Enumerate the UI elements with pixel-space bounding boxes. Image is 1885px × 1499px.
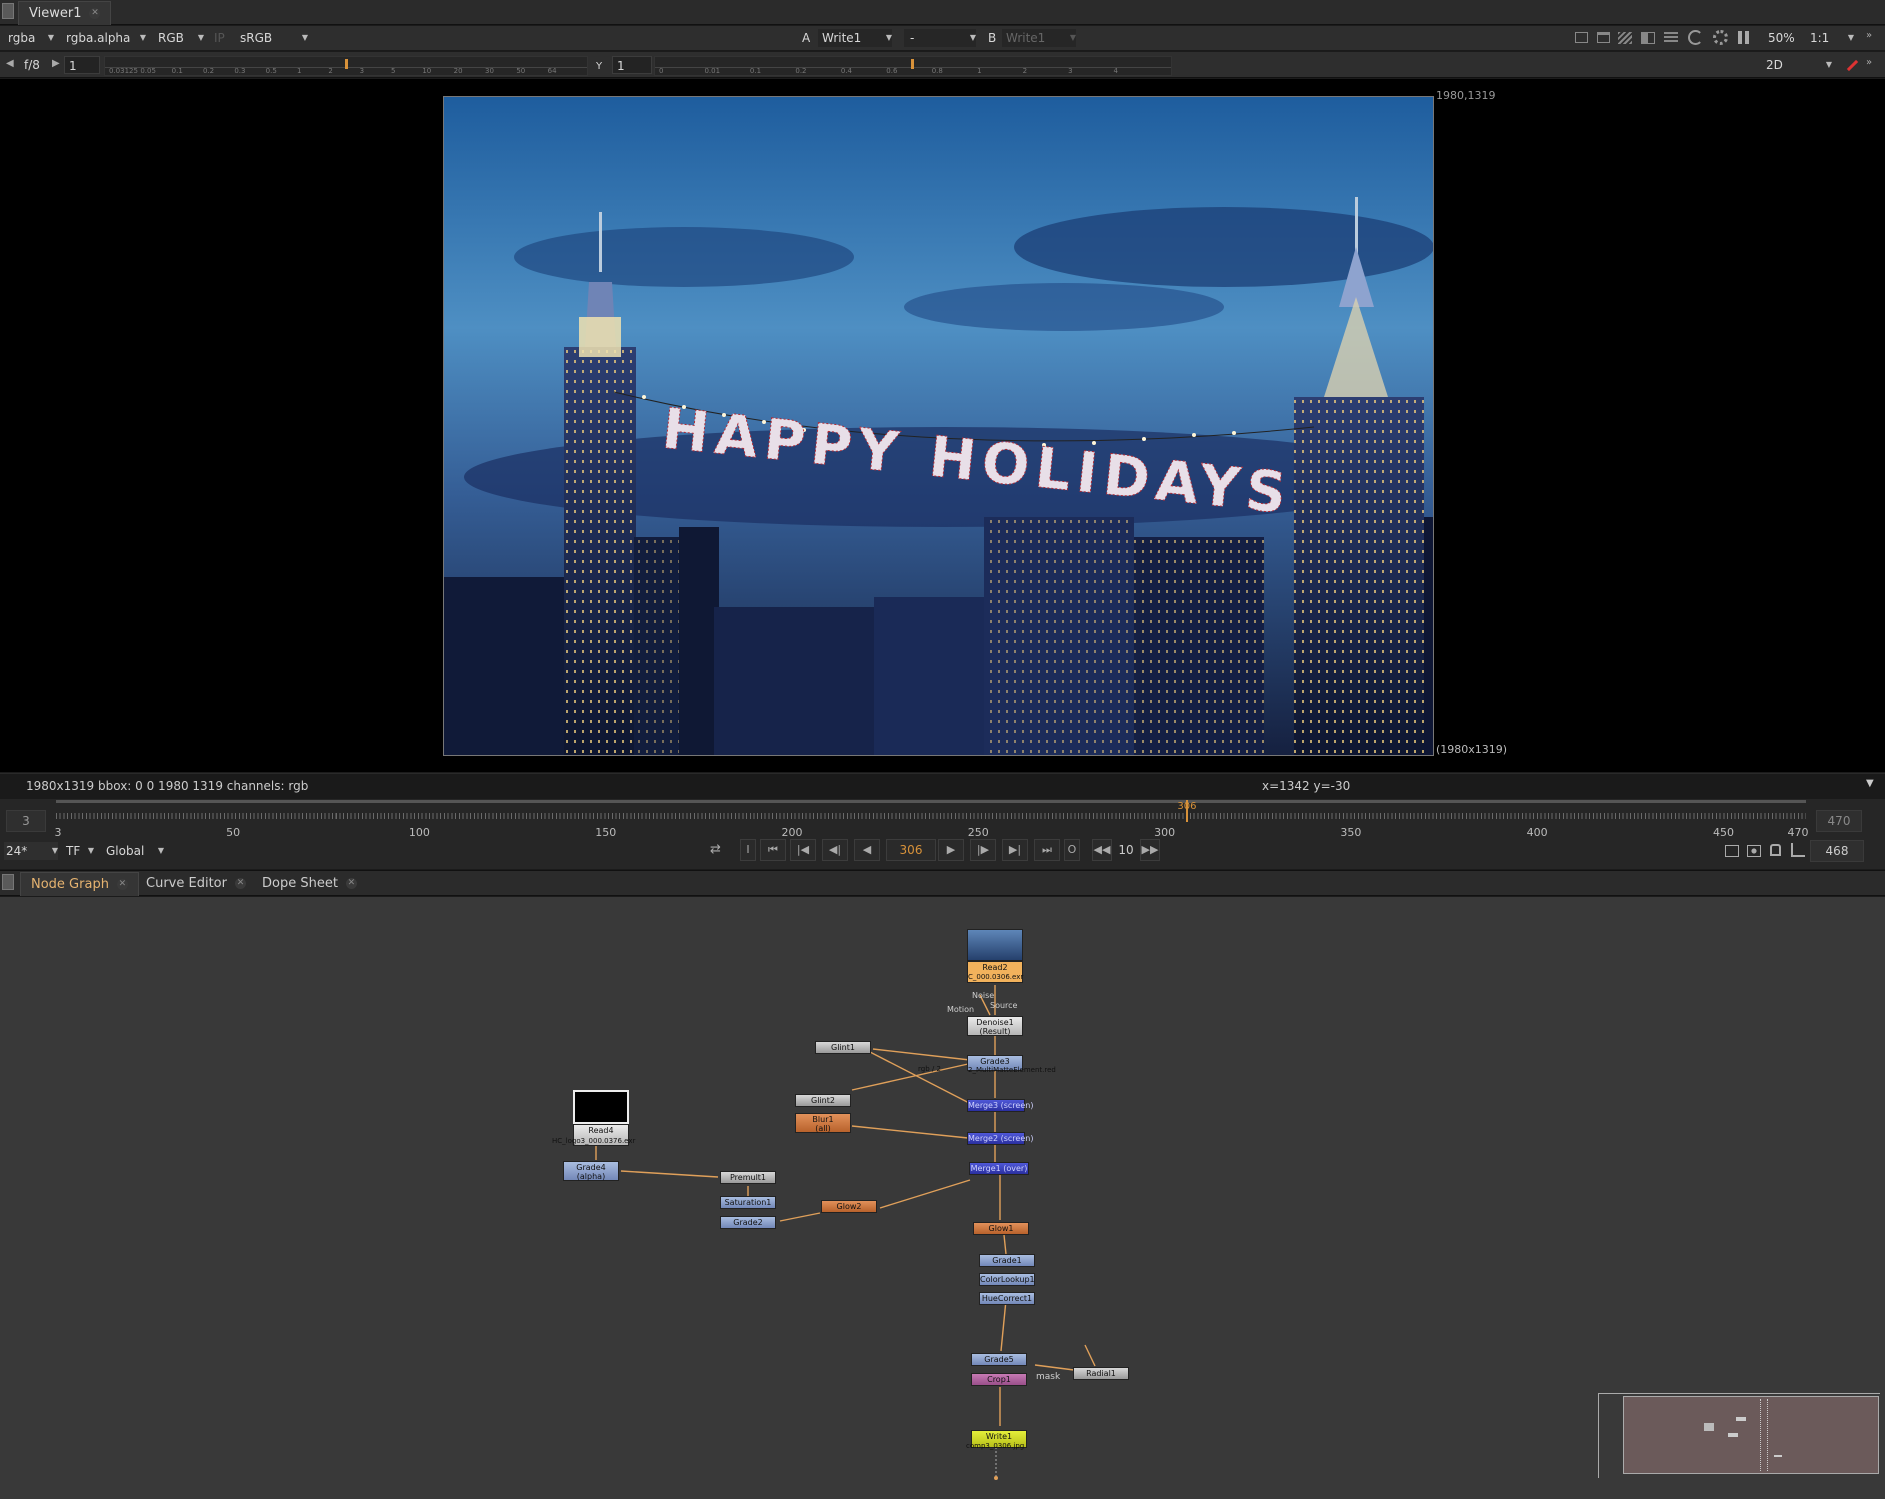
- denoise-input-source: Source: [990, 1001, 1018, 1010]
- node-merge3[interactable]: Merge3 (screen): [967, 1099, 1033, 1112]
- write1-file-label: comp3_0306.jpg: [966, 1442, 1025, 1450]
- node-saturation1[interactable]: Saturation1: [720, 1196, 776, 1209]
- node-radial1[interactable]: Radial1: [1073, 1367, 1129, 1380]
- node-merge2[interactable]: Merge2 (screen): [967, 1132, 1033, 1145]
- node-merge1[interactable]: Merge1 (over): [969, 1162, 1029, 1175]
- rgb-input-label: rgb / 2: [918, 1065, 941, 1073]
- node-crop1[interactable]: Crop1: [971, 1373, 1027, 1386]
- node-grade1[interactable]: Grade1: [979, 1254, 1035, 1267]
- node-graph-minimap[interactable]: [1598, 1393, 1880, 1478]
- read2-thumbnail[interactable]: [967, 929, 1023, 961]
- node-blur1[interactable]: Blur1 (all): [795, 1113, 851, 1133]
- node-colorlookup1[interactable]: ColorLookup1: [979, 1273, 1035, 1286]
- node-glint1[interactable]: Glint1: [815, 1041, 871, 1054]
- mask-input-label: mask: [1036, 1372, 1061, 1382]
- read4-thumbnail[interactable]: [573, 1090, 629, 1124]
- node-read2[interactable]: Read2 C_000.0306.exr: [967, 961, 1023, 983]
- node-glow1[interactable]: Glow1: [973, 1222, 1029, 1235]
- node-grade5[interactable]: Grade5: [971, 1353, 1027, 1366]
- denoise-input-noise: Noise: [972, 991, 995, 1000]
- grade3-mask-label: 2_MultiMatteElement.red: [968, 1066, 1056, 1074]
- minimap-viewport[interactable]: [1623, 1396, 1879, 1474]
- node-connections: [595, 985, 1096, 1480]
- node-premult1[interactable]: Premult1: [720, 1171, 776, 1184]
- node-glow2[interactable]: Glow2: [821, 1200, 877, 1213]
- read2-file-label: C_000.0306.exr: [968, 973, 1024, 981]
- node-grade4[interactable]: Grade4 (alpha): [563, 1161, 619, 1181]
- node-huecorrect1[interactable]: HueCorrect1: [979, 1292, 1035, 1305]
- node-grade2[interactable]: Grade2: [720, 1216, 776, 1229]
- denoise-input-motion: Motion: [947, 1005, 975, 1014]
- node-denoise1[interactable]: Denoise1 (Result): [967, 1016, 1023, 1036]
- node-glint2[interactable]: Glint2: [795, 1094, 851, 1107]
- read4-file-label: HC_logo3_000.0376.exr: [552, 1137, 636, 1145]
